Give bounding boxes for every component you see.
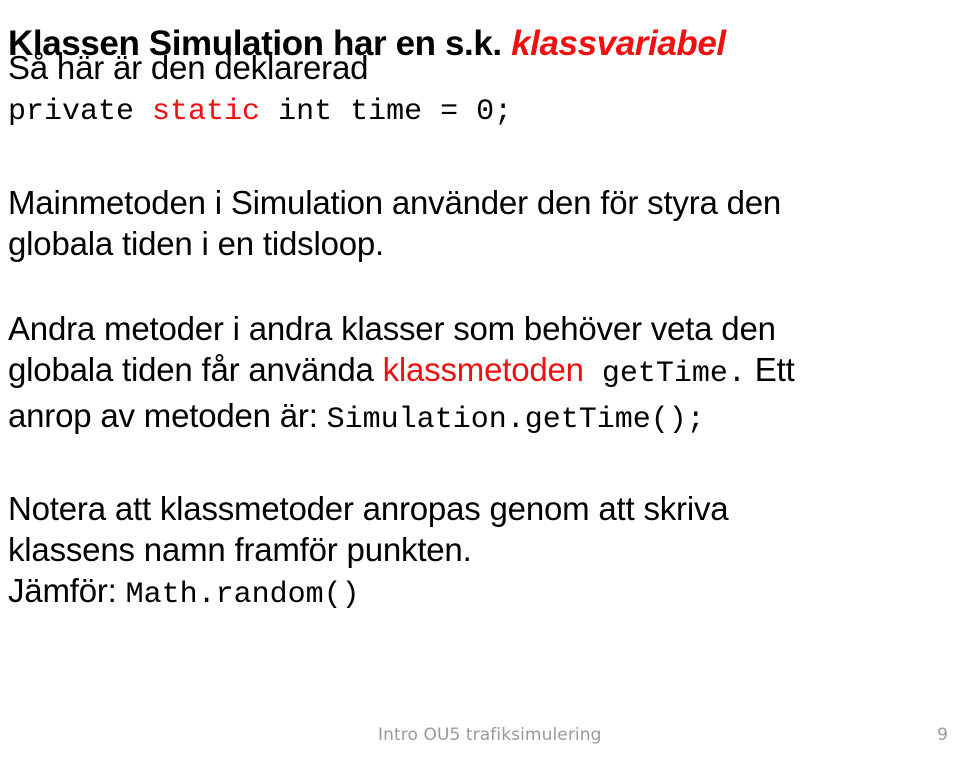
code-part-rest: int time = 0; — [260, 95, 513, 129]
mainmethod-line-1: Mainmetoden i Simulation använder den fö… — [8, 184, 782, 221]
code-part-private: private — [8, 95, 153, 129]
footer-title: Intro OU5 trafiksimulering — [378, 725, 602, 745]
code-inline-gettime: getTime. — [583, 357, 746, 391]
slide-footer: Intro OU5 trafiksimulering 9 — [0, 720, 960, 750]
note-paragraph: Notera att klassmetoder anropas genom at… — [8, 488, 924, 616]
other-methods-paragraph: Andra metoder i andra klasser som behöve… — [8, 308, 924, 441]
code-inline-simulation-gettime-call: Simulation.getTime(); — [326, 403, 705, 437]
other-methods-line-3-text: anrop av metoden är: — [8, 397, 327, 434]
term-klassmetoden: klassmetoden — [382, 351, 584, 388]
note-line-2: klassens namn framför punkten. — [8, 531, 472, 568]
code-snippet-declaration: private static int time = 0; — [8, 92, 924, 132]
other-methods-line-2: globala tiden får använda klassmetoden g… — [8, 349, 924, 395]
mainmethod-line-2: globala tiden i en tidsloop. — [8, 225, 385, 262]
note-line-3-text: Jämför: — [8, 572, 126, 609]
other-methods-line-2-text-a: globala tiden får använda — [8, 351, 383, 388]
note-line-3: Jämför: Math.random() — [8, 570, 924, 616]
code-keyword-static: static — [152, 95, 261, 129]
code-inline-math-random: Math.random() — [125, 578, 360, 612]
code-line: private static int time = 0; — [8, 92, 924, 132]
page-number: 9 — [937, 725, 948, 745]
note-line-1: Notera att klassmetoder anropas genom at… — [8, 490, 729, 527]
slide: Klassen Simulation har en s.k. klassvari… — [0, 0, 960, 758]
other-methods-line-2-text-b: Ett — [745, 351, 795, 388]
mainmethod-paragraph: Mainmetoden i Simulation använder den fö… — [8, 182, 924, 264]
declaration-intro-line-1: Så här är den deklarerad — [8, 49, 369, 86]
declaration-intro-text: Så här är den deklarerad — [8, 47, 924, 88]
other-methods-line-3: anrop av metoden är: Simulation.getTime(… — [8, 395, 924, 441]
other-methods-line-1: Andra metoder i andra klasser som behöve… — [8, 310, 776, 347]
